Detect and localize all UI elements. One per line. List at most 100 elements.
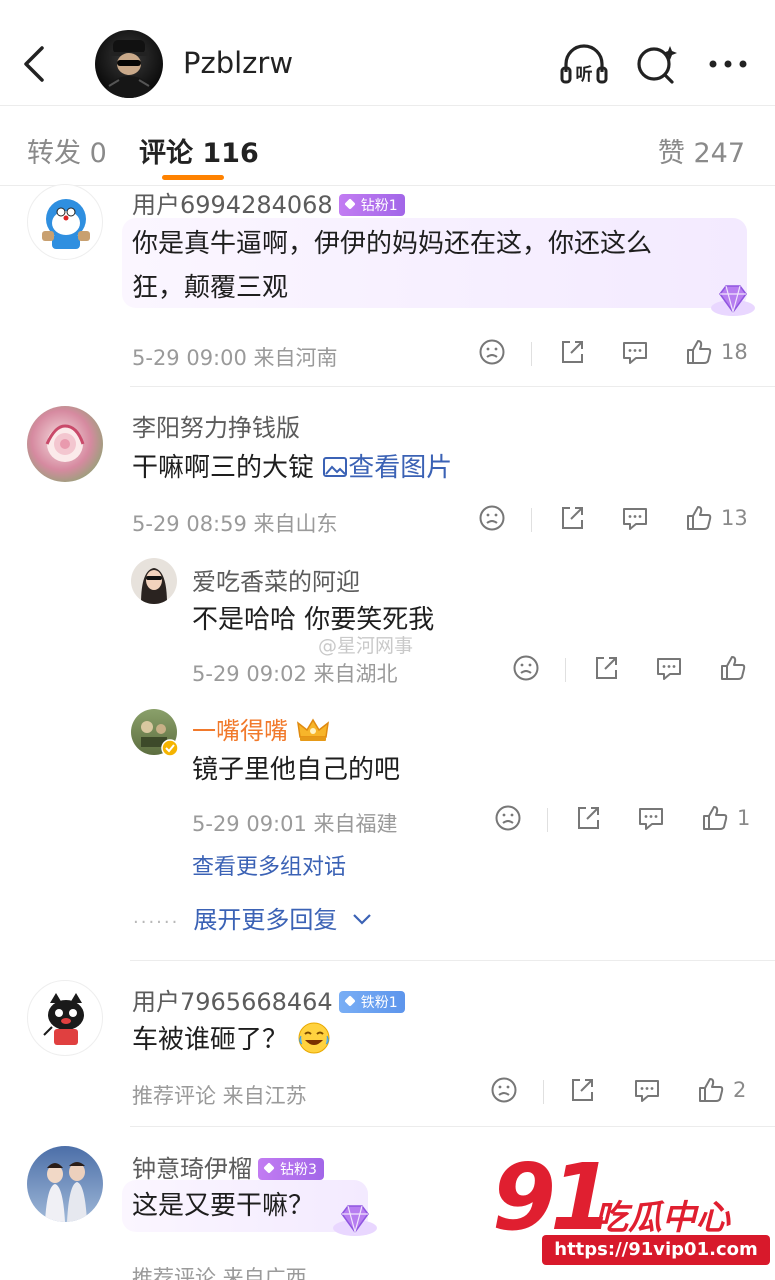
comment-username-text[interactable]: 用户6994284068 [132, 191, 333, 219]
tab-bar: 转发 0 评论 116 赞 247 [0, 106, 775, 186]
dislike-button[interactable] [490, 1076, 518, 1104]
comment-meta: 5-29 08:59 来自山东 [132, 512, 338, 536]
dislike-button[interactable] [512, 654, 540, 682]
reply-actions [512, 654, 762, 686]
like-button[interactable] [719, 654, 747, 682]
share-button[interactable] [558, 338, 586, 366]
comment-divider [130, 386, 775, 387]
comment-username-text[interactable]: 用户7965668464 [132, 988, 333, 1016]
thumbs-up-icon [703, 806, 728, 830]
separator [547, 808, 548, 832]
expand-replies-button[interactable]: ······ 展开更多回复 [133, 900, 373, 935]
comment-divider [130, 1126, 775, 1127]
site-logo-url: https://91vip01.com [542, 1235, 770, 1265]
reply-username[interactable]: 一嘴得嘴 [192, 711, 330, 746]
top-bar: Pzblzrw 听 [0, 0, 775, 106]
comment-username[interactable]: 用户6994284068 钻粉1 [132, 185, 405, 220]
image-icon [323, 457, 348, 477]
tab-like[interactable]: 赞 247 [658, 131, 745, 170]
comment-meta: 5-29 09:00 来自河南 [132, 346, 338, 370]
poster-avatar[interactable] [95, 30, 163, 98]
share-icon [562, 341, 583, 363]
search-icon[interactable] [634, 42, 680, 86]
comment-avatar[interactable] [27, 1146, 103, 1222]
back-arrow-icon[interactable] [18, 40, 50, 88]
view-image-link[interactable]: 查看图片 [322, 453, 452, 483]
tab-repost[interactable]: 转发 0 [27, 131, 107, 170]
share-button[interactable] [592, 654, 620, 682]
like-button[interactable]: 13 [685, 504, 748, 532]
sad-face-icon [479, 505, 505, 531]
like-button[interactable]: 2 [697, 1076, 746, 1104]
dislike-button[interactable] [478, 338, 506, 366]
like-button[interactable]: 18 [685, 338, 748, 366]
share-icon [562, 507, 583, 529]
expand-replies-label[interactable]: 展开更多回复 [193, 906, 337, 934]
reply-text: 镜子里他自己的吧 [192, 755, 401, 785]
comment-username[interactable]: 钟意琦伊榴 钻粉3 [132, 1149, 324, 1184]
share-button[interactable] [568, 1076, 596, 1104]
comment-text: 车被谁砸了？ [132, 1018, 332, 1062]
reply-button[interactable] [621, 338, 649, 366]
share-icon [572, 1079, 593, 1101]
laughing-crying-emoji-icon [298, 1022, 330, 1054]
diamond-decoration-icon [711, 285, 755, 316]
like-count: 13 [721, 506, 748, 530]
listen-headphones-icon[interactable]: 听 [558, 42, 610, 86]
comment-username-text[interactable]: 钟意琦伊榴 [132, 1155, 252, 1183]
reply-actions: 1 [494, 804, 764, 836]
view-more-conversations-link[interactable]: 查看更多组对话 [192, 849, 346, 881]
chevron-down-icon [353, 914, 371, 925]
dislike-button[interactable] [494, 804, 522, 832]
reply-username[interactable]: 爱吃香菜的阿迎 [192, 562, 360, 597]
reply-button[interactable] [655, 654, 683, 682]
dislike-button[interactable] [478, 504, 506, 532]
reply-avatar[interactable] [131, 558, 177, 604]
sad-face-icon [479, 339, 505, 365]
thumbs-up-icon [699, 1078, 724, 1102]
reply-username-text[interactable]: 一嘴得嘴 [192, 717, 288, 745]
reply-button[interactable] [621, 504, 649, 532]
crown-badge-icon [296, 718, 329, 741]
view-image-label[interactable]: 查看图片 [348, 453, 452, 483]
tab-comment[interactable]: 评论 116 [139, 131, 259, 170]
more-options-icon[interactable] [706, 42, 750, 86]
like-count: 18 [721, 340, 748, 364]
comment-username[interactable]: 李阳努力挣钱版 [132, 408, 300, 443]
site-logo-number: 91 [492, 1144, 614, 1251]
comment-text: 干嘛啊三的大锭 查看图片 [132, 446, 452, 490]
thumbs-up-icon [687, 506, 712, 530]
thumbs-up-icon [687, 340, 712, 364]
comment-text: 你是真牛逼啊，伊伊的妈妈还在这，你还这么 狂，颠覆三观 [132, 222, 652, 310]
comment-divider [130, 960, 775, 961]
sad-face-icon [491, 1077, 517, 1103]
comment-bubble-icon [623, 342, 647, 364]
comment-actions: 18 [478, 338, 758, 370]
comment-bubble-icon [623, 508, 647, 530]
comment-meta: 推荐评论 来自广西 [132, 1266, 307, 1280]
sad-face-icon [513, 655, 539, 681]
thumbs-up-icon [721, 656, 746, 680]
share-button[interactable] [558, 504, 586, 532]
reply-button[interactable] [633, 1076, 661, 1104]
poster-username[interactable]: Pzblzrw [183, 46, 293, 80]
share-icon [596, 657, 617, 679]
site-logo-name: 吃瓜中心 [594, 1198, 730, 1238]
fan-badge: 钻粉3 [258, 1158, 324, 1180]
share-button[interactable] [574, 804, 602, 832]
diamond-decoration-icon [333, 1205, 377, 1236]
reply-button[interactable] [637, 804, 665, 832]
ellipsis-decoration: ······ [133, 912, 180, 933]
comment-bubble-icon [639, 808, 663, 830]
separator [531, 508, 532, 532]
verified-icon [161, 739, 179, 757]
comment-text-line: 狂，颠覆三观 [132, 273, 289, 303]
comment-username[interactable]: 用户7965668464 铁粉1 [132, 982, 405, 1017]
fan-badge: 铁粉1 [338, 991, 405, 1013]
separator [543, 1080, 544, 1104]
comment-avatar[interactable] [27, 184, 103, 260]
watermark: @星河网事 [318, 635, 414, 657]
comment-avatar[interactable] [27, 980, 103, 1056]
like-button[interactable]: 1 [701, 804, 750, 832]
comment-avatar[interactable] [27, 406, 103, 482]
